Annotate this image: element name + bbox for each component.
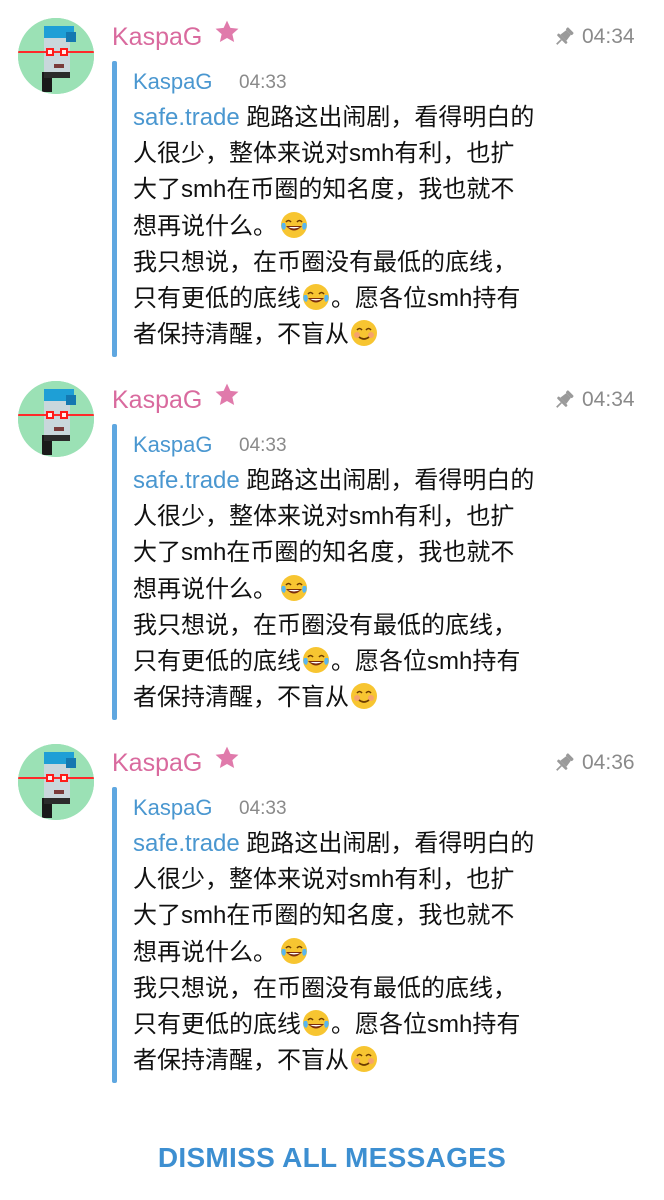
sender-name[interactable]: KaspaG [112,383,202,417]
text-line-3: 大了smh在币圈的知名度，我也就不 [133,176,515,204]
star-icon [213,744,241,772]
star-icon [213,381,241,409]
avatar[interactable] [18,18,94,94]
message-item[interactable]: KaspaG 04:34 KaspaG 04:33 safe.trade 跑路这… [0,363,664,726]
text-line-5: 我只想说，在币圈没有最低的底线， [133,974,517,1002]
text-line-4: 想再说什么。 [133,209,633,245]
safe-trade-link[interactable]: safe.trade [133,104,240,131]
text-line-2: 人很少，整体来说对smh有利，也扩 [133,866,515,894]
tears-of-joy-emoji [301,1008,331,1038]
pin-icon [551,24,577,50]
text-line-1: safe.trade 跑路这出闹剧，看得明白的 [133,104,535,131]
text-line-2: 人很少，整体来说对smh有利，也扩 [133,140,515,168]
message-time: 04:34 [582,388,635,411]
quoted-message-text: safe.trade 跑路这出闹剧，看得明白的 人很少，整体来说对smh有利，也… [133,463,633,716]
text-line-5: 我只想说，在币圈没有最低的底线， [133,248,517,276]
text-line-2: 人很少，整体来说对smh有利，也扩 [133,503,515,531]
text-line-6: 只有更低的底线 。愿各位smh持有 [133,1007,633,1043]
text-line-7: 者保持清醒，不盲从 [133,1043,633,1079]
text-line-7: 者保持清醒，不盲从 [133,317,633,353]
quote-bar [112,424,117,720]
text-line-3: 大了smh在币圈的知名度，我也就不 [133,539,515,567]
smiling-face-emoji [349,318,379,348]
text-line-1: safe.trade 跑路这出闹剧，看得明白的 [133,467,535,494]
safe-trade-link[interactable]: safe.trade [133,467,240,494]
smiling-face-emoji [349,1044,379,1074]
message-item[interactable]: KaspaG 04:34 KaspaG 04:33 safe.trade 跑路这… [0,0,664,363]
quoted-sender-name[interactable]: KaspaG [133,430,213,460]
text-line-6: 只有更低的底线 。愿各位smh持有 [133,644,633,680]
smiling-face-emoji [349,681,379,711]
quoted-time: 04:33 [239,798,287,819]
message-item[interactable]: KaspaG 04:36 KaspaG 04:33 safe.trade 跑路这… [0,726,664,1089]
quoted-sender-name[interactable]: KaspaG [133,793,213,823]
quoted-time: 04:33 [239,72,287,93]
pin-icon [551,387,577,413]
tears-of-joy-emoji [279,573,309,603]
quoted-message-text: safe.trade 跑路这出闹剧，看得明白的 人很少，整体来说对smh有利，也… [133,826,633,1079]
quote-bar [112,787,117,1083]
sender-name[interactable]: KaspaG [112,20,202,54]
sender-name[interactable]: KaspaG [112,746,202,780]
safe-trade-link[interactable]: safe.trade [133,830,240,857]
text-line-7: 者保持清醒，不盲从 [133,680,633,716]
quote-bar [112,61,117,357]
message-time: 04:36 [582,751,635,774]
quoted-time: 04:33 [239,435,287,456]
tears-of-joy-emoji [301,645,331,675]
quoted-sender-name[interactable]: KaspaG [133,67,213,97]
avatar[interactable] [18,381,94,457]
tears-of-joy-emoji [279,210,309,240]
message-time: 04:34 [582,25,635,48]
dismiss-all-button[interactable]: DISMISS ALL MESSAGES [0,1138,664,1178]
avatar[interactable] [18,744,94,820]
text-line-1: safe.trade 跑路这出闹剧，看得明白的 [133,830,535,857]
text-line-4: 想再说什么。 [133,572,633,608]
text-line-5: 我只想说，在币圈没有最低的底线， [133,611,517,639]
quoted-message-text: safe.trade 跑路这出闹剧，看得明白的 人很少，整体来说对smh有利，也… [133,100,633,353]
text-line-6: 只有更低的底线 。愿各位smh持有 [133,281,633,317]
tears-of-joy-emoji [301,282,331,312]
tears-of-joy-emoji [279,936,309,966]
pin-icon [551,750,577,776]
text-line-3: 大了smh在币圈的知名度，我也就不 [133,902,515,930]
star-icon [213,18,241,46]
text-line-4: 想再说什么。 [133,935,633,971]
